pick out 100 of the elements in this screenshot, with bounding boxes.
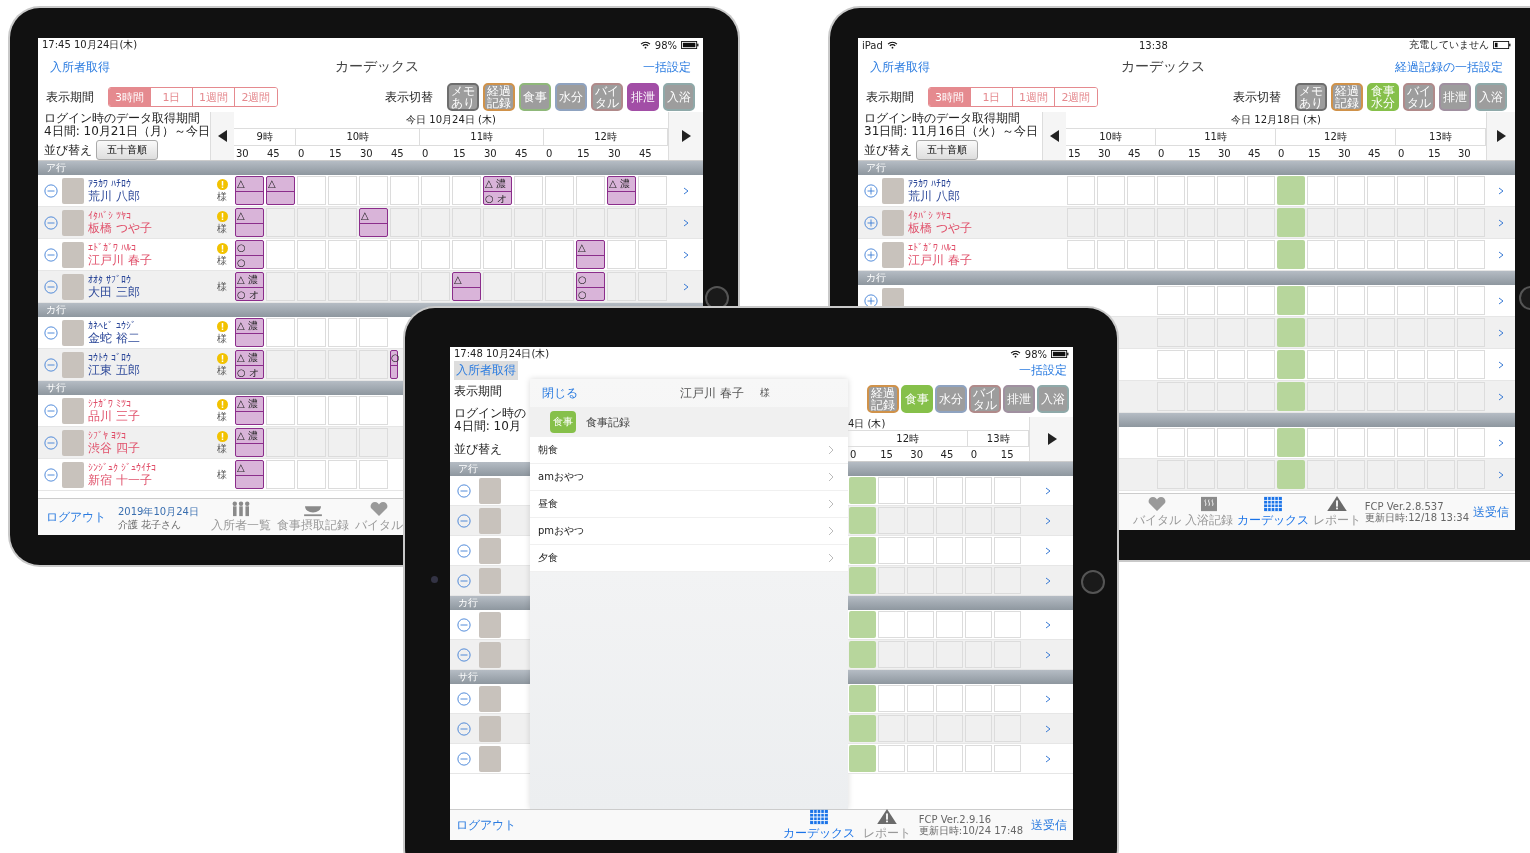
record-cell[interactable]: ○ ○ bbox=[576, 272, 605, 301]
meal-cell[interactable] bbox=[849, 611, 876, 638]
record-cell[interactable]: △ bbox=[359, 208, 388, 237]
previous-button[interactable] bbox=[1042, 112, 1066, 160]
meal-cell[interactable] bbox=[1277, 350, 1305, 379]
grid-cell[interactable] bbox=[328, 176, 357, 205]
record-cell[interactable]: △ bbox=[235, 208, 264, 237]
tab-bar-item[interactable]: バイタル bbox=[1132, 495, 1181, 529]
fetch-residents-link[interactable]: 入所者取得 bbox=[50, 58, 110, 76]
grid-cell[interactable] bbox=[1187, 286, 1215, 315]
logout-link[interactable]: ログアウト bbox=[456, 816, 516, 834]
grid-cell[interactable] bbox=[328, 318, 357, 347]
grid-cell[interactable] bbox=[1097, 240, 1125, 269]
meal-cell[interactable] bbox=[849, 641, 876, 668]
grid-cell[interactable] bbox=[483, 240, 512, 269]
meal-list-item[interactable]: amおやつ bbox=[530, 464, 848, 491]
grid-cell[interactable] bbox=[1157, 428, 1185, 457]
chevron-icon[interactable] bbox=[1044, 694, 1051, 703]
chevron-icon[interactable] bbox=[1497, 470, 1504, 479]
grid-cell[interactable] bbox=[1217, 286, 1245, 315]
grid-cell[interactable] bbox=[994, 611, 1021, 638]
collapse-icon[interactable] bbox=[44, 215, 58, 230]
grid-cell[interactable] bbox=[638, 240, 667, 269]
display-toggle-button[interactable]: バイ タル bbox=[1403, 83, 1435, 111]
meal-cell[interactable] bbox=[1277, 318, 1305, 347]
grid-cell[interactable] bbox=[907, 745, 934, 772]
tab-bar-item[interactable]: レポート bbox=[862, 808, 911, 840]
sync-link[interactable]: 送受信 bbox=[1031, 816, 1067, 834]
grid-cell[interactable] bbox=[878, 477, 905, 504]
expand-icon[interactable] bbox=[864, 183, 878, 198]
chevron-icon[interactable] bbox=[1497, 360, 1504, 369]
grid-cell[interactable] bbox=[1217, 350, 1245, 379]
grid-cell[interactable] bbox=[1247, 286, 1275, 315]
display-toggle-button[interactable]: 入浴 bbox=[1475, 83, 1507, 111]
grid-cell[interactable] bbox=[936, 611, 963, 638]
grid-cell[interactable] bbox=[907, 477, 934, 504]
display-toggle-button[interactable]: 入浴 bbox=[1037, 385, 1069, 413]
grid-cell[interactable] bbox=[936, 685, 963, 712]
record-cell[interactable]: △ bbox=[576, 240, 605, 269]
grid-cell[interactable] bbox=[1427, 428, 1455, 457]
collapse-icon[interactable] bbox=[44, 279, 58, 294]
record-cell[interactable]: △ 濃 bbox=[235, 396, 264, 425]
grid-cell[interactable] bbox=[965, 477, 992, 504]
grid-cell[interactable] bbox=[878, 537, 905, 564]
chevron-icon[interactable] bbox=[1044, 576, 1051, 585]
chevron-icon[interactable] bbox=[682, 282, 689, 291]
sync-link[interactable]: 送受信 bbox=[1473, 503, 1509, 521]
chevron-icon[interactable] bbox=[1044, 546, 1051, 555]
chevron-icon[interactable] bbox=[682, 218, 689, 227]
grid-cell[interactable] bbox=[1247, 176, 1275, 205]
chevron-icon[interactable] bbox=[1497, 218, 1504, 227]
tab-bar-item[interactable]: カーデックス bbox=[1236, 495, 1309, 529]
grid-cell[interactable] bbox=[994, 537, 1021, 564]
chevron-icon[interactable] bbox=[1497, 392, 1504, 401]
record-cell[interactable]: △ 濃 ○ オ bbox=[235, 350, 264, 379]
grid-cell[interactable] bbox=[328, 460, 357, 489]
grid-cell[interactable] bbox=[1127, 176, 1155, 205]
chevron-icon[interactable] bbox=[1497, 250, 1504, 259]
chevron-icon[interactable] bbox=[1497, 296, 1504, 305]
grid-cell[interactable] bbox=[965, 611, 992, 638]
display-toggle-button[interactable]: 経過 記録 bbox=[1331, 83, 1363, 111]
next-button[interactable] bbox=[1486, 112, 1515, 160]
grid-cell[interactable] bbox=[1307, 428, 1335, 457]
chevron-icon[interactable] bbox=[1044, 620, 1051, 629]
grid-cell[interactable] bbox=[965, 685, 992, 712]
chevron-icon[interactable] bbox=[1044, 486, 1051, 495]
period-tab[interactable]: 3時間 bbox=[929, 88, 971, 106]
chevron-icon[interactable] bbox=[1044, 650, 1051, 659]
fetch-residents-link[interactable]: 入所者取得 bbox=[454, 360, 518, 380]
grid-cell[interactable] bbox=[1127, 240, 1155, 269]
display-toggle-button[interactable]: 水分 bbox=[555, 83, 587, 111]
display-toggle-button[interactable]: 食事 水分 bbox=[1367, 83, 1399, 111]
display-toggle-button[interactable]: バイ タル bbox=[591, 83, 623, 111]
grid-cell[interactable] bbox=[297, 396, 326, 425]
grid-cell[interactable] bbox=[1217, 176, 1245, 205]
grid-cell[interactable] bbox=[1337, 240, 1365, 269]
grid-cell[interactable] bbox=[907, 611, 934, 638]
meal-cell[interactable] bbox=[1277, 176, 1305, 205]
grid-cell[interactable] bbox=[1367, 350, 1395, 379]
grid-cell[interactable] bbox=[1337, 176, 1365, 205]
record-cell[interactable]: △ bbox=[452, 272, 481, 301]
meal-cell[interactable] bbox=[849, 477, 876, 504]
chevron-icon[interactable] bbox=[1044, 516, 1051, 525]
sort-button[interactable]: 五十音順 bbox=[916, 140, 978, 160]
meal-list-item[interactable]: 朝食 bbox=[530, 437, 848, 464]
meal-cell[interactable] bbox=[1277, 460, 1305, 489]
grid-cell[interactable] bbox=[936, 537, 963, 564]
grid-cell[interactable] bbox=[1427, 350, 1455, 379]
grid-cell[interactable] bbox=[936, 745, 963, 772]
grid-cell[interactable] bbox=[1157, 350, 1185, 379]
fetch-residents-link[interactable]: 入所者取得 bbox=[870, 58, 930, 76]
grid-cell[interactable] bbox=[878, 611, 905, 638]
meal-cell[interactable] bbox=[849, 537, 876, 564]
meal-cell[interactable] bbox=[849, 715, 876, 742]
display-toggle-button[interactable]: 排泄 bbox=[1003, 385, 1035, 413]
next-button[interactable] bbox=[668, 112, 703, 160]
meal-cell[interactable] bbox=[1277, 240, 1305, 269]
display-toggle-button[interactable]: バイ タル bbox=[969, 385, 1001, 413]
record-cell[interactable]: △ bbox=[235, 176, 264, 205]
collapse-icon[interactable] bbox=[457, 751, 471, 766]
